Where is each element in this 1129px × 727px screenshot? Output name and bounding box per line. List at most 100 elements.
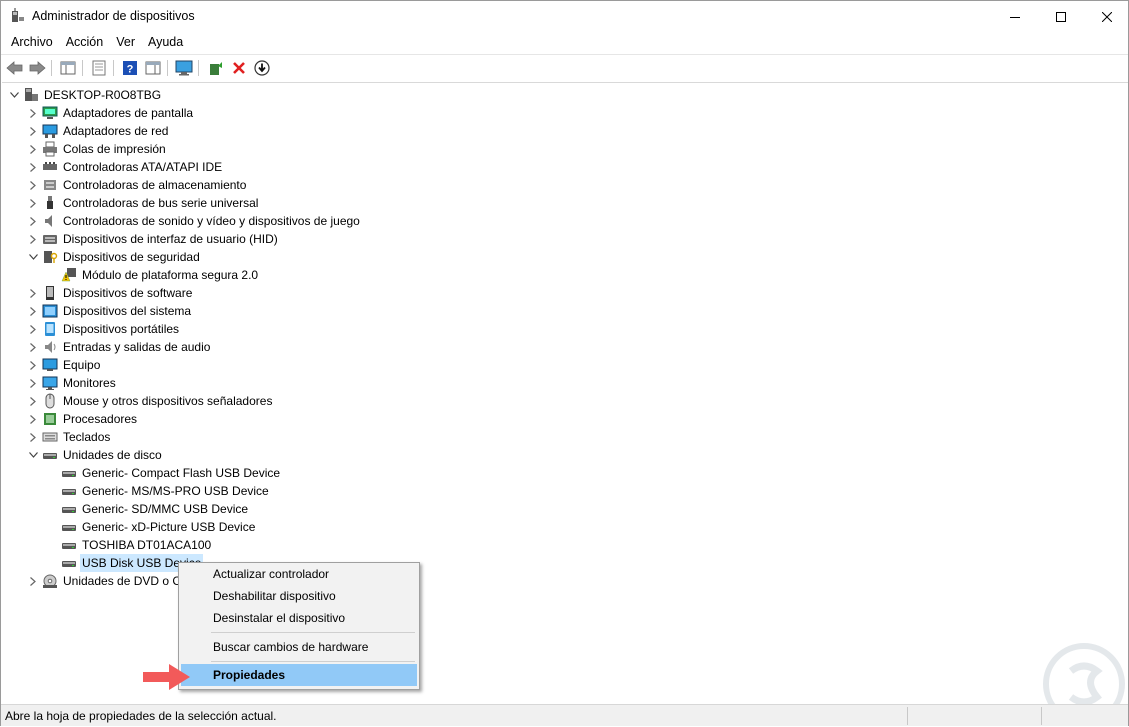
tree-category-label: Equipo — [63, 358, 101, 372]
tree-category-row[interactable]: Dispositivos del sistema — [27, 302, 193, 320]
chevron-right-icon[interactable] — [27, 176, 39, 194]
device-tree[interactable]: DESKTOP-R0O8TBG Adaptadores de pantalla A… — [2, 82, 1128, 704]
forward-button[interactable] — [27, 58, 47, 78]
tree-category-row[interactable]: Mouse y otros dispositivos señaladores — [27, 392, 274, 410]
tree-category-row[interactable]: Adaptadores de red — [27, 122, 170, 140]
console-tree-icon — [60, 61, 76, 75]
chevron-right-icon[interactable] — [27, 572, 39, 590]
disk-drive-icon — [61, 519, 77, 535]
tree-category-row[interactable]: Controladoras ATA/ATAPI IDE — [27, 158, 224, 176]
context-menu: Actualizar controlador Deshabilitar disp… — [178, 562, 420, 690]
chevron-right-icon[interactable] — [27, 356, 39, 374]
tree-category-row[interactable]: Controladoras de almacenamiento — [27, 176, 248, 194]
tree-category-row[interactable]: Monitores — [27, 374, 118, 392]
chevron-right-icon[interactable] — [27, 122, 39, 140]
tree-device-row[interactable]: Generic- SD/MMC USB Device — [58, 500, 250, 518]
tree-device-row[interactable]: Generic- MS/MS-PRO USB Device — [58, 482, 271, 500]
ctx-uninstall-device[interactable]: Desinstalar el dispositivo — [181, 607, 417, 629]
tree-category-label: Dispositivos portátiles — [63, 322, 180, 336]
show-hide-console-tree-button[interactable] — [58, 58, 78, 78]
chevron-right-icon[interactable] — [27, 410, 39, 428]
tree-category-label: Mouse y otros dispositivos señaladores — [63, 394, 273, 408]
tree-device-row[interactable]: TOSHIBA DT01ACA100 — [58, 536, 213, 554]
computer-icon — [23, 87, 39, 103]
enable-device-button[interactable] — [252, 58, 272, 78]
chevron-right-icon[interactable] — [27, 212, 39, 230]
back-button[interactable] — [5, 58, 25, 78]
tree-category-row[interactable]: Dispositivos de seguridad — [27, 248, 202, 266]
computer-icon — [42, 357, 58, 373]
tree-category-row[interactable]: Colas de impresión — [27, 140, 168, 158]
properties-toolbar-button[interactable] — [89, 58, 109, 78]
menu-ver[interactable]: Ver — [109, 32, 141, 53]
tree-category-row[interactable]: Controladoras de bus serie universal — [27, 194, 260, 212]
uninstall-device-button[interactable] — [229, 58, 249, 78]
tree-category-label: Adaptadores de pantalla — [63, 106, 194, 120]
chevron-right-icon[interactable] — [27, 392, 39, 410]
action-pane-button[interactable] — [143, 58, 163, 78]
chevron-down-icon[interactable] — [27, 248, 39, 266]
tree-device-row[interactable]: Módulo de plataforma segura 2.0 — [58, 266, 260, 284]
tree-root[interactable]: DESKTOP-R0O8TBG — [8, 86, 163, 104]
close-button[interactable] — [1084, 1, 1129, 32]
tree-category-row[interactable]: Adaptadores de pantalla — [27, 104, 195, 122]
tree-category-row[interactable]: Entradas y salidas de audio — [27, 338, 212, 356]
chevron-right-icon[interactable] — [27, 320, 39, 338]
title-bar[interactable]: Administrador de dispositivos — [1, 1, 1128, 32]
tree-category-row[interactable]: Dispositivos de software — [27, 284, 194, 302]
hid-icon — [42, 231, 58, 247]
tree-category-label: Controladoras ATA/ATAPI IDE — [63, 160, 223, 174]
storage-controller-icon — [42, 177, 58, 193]
toolbar-separator — [167, 60, 168, 76]
tree-device-row[interactable]: Generic- Compact Flash USB Device — [58, 464, 282, 482]
menu-accion[interactable]: Acción — [59, 32, 110, 53]
device-manager-app-icon — [11, 8, 25, 24]
chevron-right-icon[interactable] — [27, 284, 39, 302]
chevron-right-icon[interactable] — [27, 302, 39, 320]
tree-category-row[interactable]: Unidades de disco — [27, 446, 164, 464]
chevron-down-icon[interactable] — [8, 86, 20, 104]
tree-category-row[interactable]: Equipo — [27, 356, 102, 374]
ctx-scan-hardware-changes[interactable]: Buscar cambios de hardware — [181, 636, 417, 658]
toolbar-separator — [82, 60, 83, 76]
chevron-right-icon[interactable] — [27, 140, 39, 158]
chevron-right-icon[interactable] — [27, 104, 39, 122]
disk-drive-icon — [61, 555, 77, 571]
toolbar: ? — [1, 54, 1128, 81]
help-button[interactable]: ? — [120, 58, 140, 78]
menu-ayuda[interactable]: Ayuda — [141, 32, 189, 53]
tree-category-row[interactable]: Controladoras de sonido y vídeo y dispos… — [27, 212, 362, 230]
scan-hardware-button[interactable] — [174, 58, 194, 78]
disk-drive-icon — [61, 483, 77, 499]
toolbar-separator — [198, 60, 199, 76]
chevron-right-icon[interactable] — [27, 374, 39, 392]
portable-device-icon — [42, 321, 58, 337]
ctx-properties[interactable]: Propiedades — [181, 664, 417, 686]
minimize-icon — [1010, 16, 1020, 18]
tree-category-row[interactable]: Dispositivos de interfaz de usuario (HID… — [27, 230, 280, 248]
annotation-arrow-icon — [143, 664, 190, 690]
monitor-icon — [42, 375, 58, 391]
tree-category-row[interactable]: Procesadores — [27, 410, 139, 428]
tree-category-row[interactable]: Dispositivos portátiles — [27, 320, 181, 338]
tree-device-label: Generic- xD-Picture USB Device — [82, 520, 256, 534]
chevron-right-icon[interactable] — [27, 428, 39, 446]
printer-icon — [42, 141, 58, 157]
update-driver-button[interactable] — [206, 58, 226, 78]
chevron-right-icon[interactable] — [27, 230, 39, 248]
menu-archivo[interactable]: Archivo — [1, 32, 59, 53]
chevron-down-icon[interactable] — [27, 446, 39, 464]
chevron-right-icon[interactable] — [27, 194, 39, 212]
maximize-button[interactable] — [1038, 1, 1084, 32]
ctx-update-driver[interactable]: Actualizar controlador — [181, 563, 417, 585]
chevron-right-icon[interactable] — [27, 158, 39, 176]
ide-controller-icon — [42, 159, 58, 175]
minimize-button[interactable] — [992, 1, 1038, 32]
ctx-disable-device[interactable]: Deshabilitar dispositivo — [181, 585, 417, 607]
keyboard-icon — [42, 429, 58, 445]
back-arrow-icon — [6, 61, 23, 75]
tree-category-row[interactable]: Teclados — [27, 428, 112, 446]
chevron-right-icon[interactable] — [27, 338, 39, 356]
forward-arrow-icon — [29, 61, 46, 75]
tree-device-row[interactable]: Generic- xD-Picture USB Device — [58, 518, 257, 536]
